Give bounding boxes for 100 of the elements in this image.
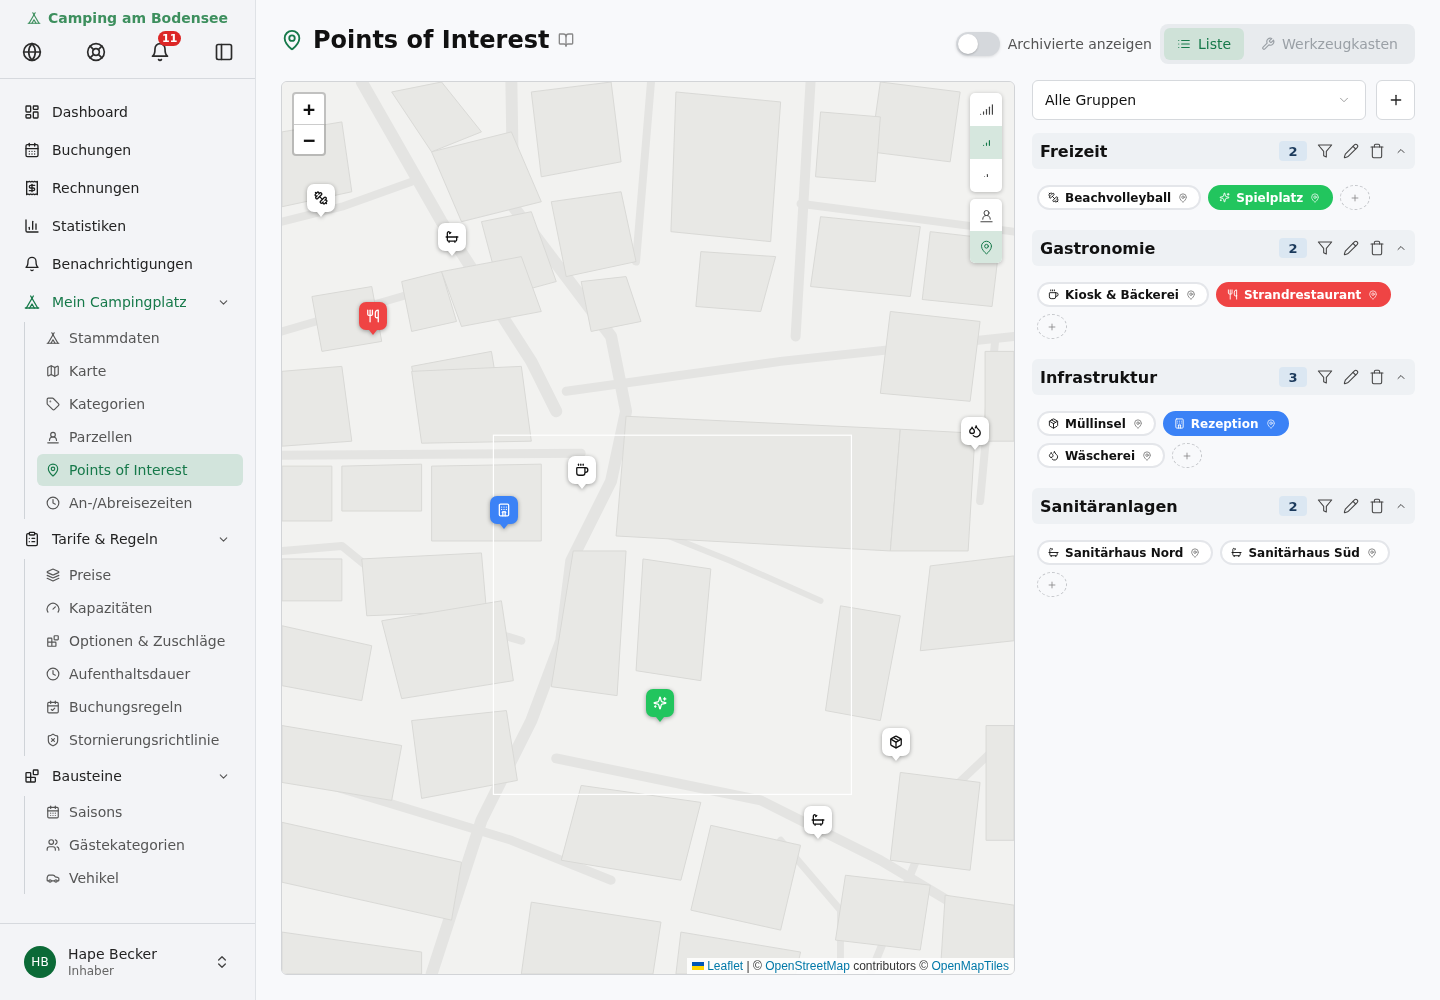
view-tab[interactable]: Liste: [1163, 28, 1245, 60]
tag-icon: [46, 397, 60, 411]
layer-button[interactable]: [970, 231, 1002, 263]
poi-chip[interactable]: Rezeption: [1162, 411, 1289, 436]
page-title: Points of Interest: [313, 26, 550, 54]
plus-icon: [1047, 321, 1057, 332]
dumbbell-icon: [1048, 192, 1059, 203]
nav-subitem[interactable]: Optionen & Zuschläge: [37, 625, 243, 657]
box-marker-icon[interactable]: [882, 728, 910, 762]
coffee-cup-icon: [1048, 289, 1059, 300]
calendar-icon: [24, 142, 40, 158]
shield-x-icon: [46, 733, 60, 747]
wrench-icon: [1261, 37, 1276, 51]
droplets-marker-icon[interactable]: [961, 417, 989, 451]
nav-subitem[interactable]: Preise: [37, 559, 243, 591]
trash-icon[interactable]: [1369, 143, 1385, 159]
zoom-in-button[interactable]: +: [294, 94, 324, 124]
book-icon[interactable]: [558, 32, 575, 48]
sparkles-marker-icon[interactable]: [646, 689, 674, 723]
pencil-icon[interactable]: [1343, 240, 1359, 256]
group-title: Infrastruktur: [1040, 367, 1158, 387]
filter-icon[interactable]: [1317, 498, 1333, 514]
nav-subitem[interactable]: Buchungsregeln: [37, 691, 243, 723]
droplets-icon: [1048, 450, 1059, 461]
pencil-icon[interactable]: [1343, 369, 1359, 385]
nav-subitem[interactable]: An-/Abreisezeiten: [37, 487, 243, 519]
nav-subitem[interactable]: Points of Interest: [37, 454, 243, 486]
group-title: Freizeit: [1040, 141, 1109, 161]
poi-chip[interactable]: Beachvolleyball: [1037, 185, 1202, 210]
bell-icon: [24, 256, 40, 272]
nav-item[interactable]: Tarife & Regeln: [12, 520, 243, 558]
blocks-icon: [46, 634, 60, 648]
add-group-button[interactable]: [1376, 80, 1415, 120]
person-icon: [46, 430, 60, 444]
map-view[interactable]: + − Leaflet | © OpenStreetMap contributors © OpenMapTiles: [281, 81, 1015, 975]
dumbbell-marker-icon[interactable]: [307, 184, 335, 218]
zoom-out-button[interactable]: −: [294, 124, 324, 154]
box-icon: [1048, 418, 1059, 429]
trash-icon[interactable]: [1369, 240, 1385, 256]
count-badge: 2: [1279, 238, 1307, 258]
tent-icon: [46, 331, 60, 345]
nav-subitem[interactable]: Parzellen: [37, 421, 243, 453]
attribution-link[interactable]: Leaflet: [707, 959, 744, 973]
toggle-switch[interactable]: [955, 32, 1000, 56]
bathtub-marker-icon[interactable]: [438, 223, 466, 257]
flag-icon: [692, 962, 705, 970]
user-avatar[interactable]: HB: [24, 946, 56, 978]
globe-icon[interactable]: [22, 42, 42, 62]
nav-item[interactable]: Mein Campingplatz: [12, 283, 243, 321]
nav-subitem[interactable]: Kategorien: [37, 388, 243, 420]
trash-icon[interactable]: [1369, 369, 1385, 385]
nav-subitem[interactable]: Kapazitäten: [37, 592, 243, 624]
nav-item[interactable]: Dashboard: [12, 93, 243, 131]
nav-subitem[interactable]: Stornierungsrichtlinie: [37, 724, 243, 756]
poi-chip[interactable]: Kiosk & Bäckerei: [1037, 282, 1209, 307]
bar-chart-icon: [24, 218, 40, 234]
building: [282, 558, 343, 602]
poi-chip[interactable]: Sanitärhaus Nord: [1037, 540, 1214, 565]
panel-left-icon[interactable]: [214, 42, 234, 62]
user-name: Hape Becker: [68, 945, 158, 963]
bathtub-marker-icon[interactable]: [804, 806, 832, 840]
building-marker-icon[interactable]: [490, 496, 518, 530]
count-badge: 2: [1279, 141, 1307, 161]
poi-chip[interactable]: Strandrestaurant: [1215, 282, 1392, 307]
attribution-link[interactable]: OpenMapTiles: [931, 959, 1009, 973]
nav-subitem[interactable]: Gästekategorien: [37, 829, 243, 861]
nav-item[interactable]: Rechnungen: [12, 169, 243, 207]
pencil-icon[interactable]: [1343, 143, 1359, 159]
car-icon: [46, 871, 60, 885]
bell-icon[interactable]: [150, 42, 170, 62]
nav-subitem[interactable]: Vehikel: [37, 862, 243, 894]
plus-icon: [1047, 579, 1057, 590]
nav-item[interactable]: Bausteine: [12, 757, 243, 795]
blocks-icon: [24, 768, 40, 784]
clock-icon: [46, 667, 60, 681]
coffee-cup-marker-icon[interactable]: [568, 456, 596, 490]
group-select[interactable]: Alle Gruppen: [1032, 80, 1366, 120]
users-icon: [46, 838, 60, 852]
lifebuoy-icon[interactable]: [86, 42, 106, 62]
nav-item[interactable]: Buchungen: [12, 131, 243, 169]
filter-icon[interactable]: [1317, 240, 1333, 256]
utensils-marker-icon[interactable]: [359, 302, 387, 336]
attribution-link[interactable]: OpenStreetMap: [765, 959, 850, 973]
clipboard-icon: [24, 531, 40, 547]
poi-chip[interactable]: Sanitärhaus Süd: [1220, 540, 1390, 565]
nav-subitem[interactable]: Saisons: [37, 796, 243, 828]
nav-subitem[interactable]: Aufenthaltsdauer: [37, 658, 243, 690]
map-pin-icon: [1366, 547, 1377, 558]
pencil-icon[interactable]: [1343, 498, 1359, 514]
poi-chip[interactable]: Wäscherei: [1037, 443, 1165, 468]
filter-icon[interactable]: [1317, 369, 1333, 385]
signal-bars-icon: [979, 104, 993, 115]
nav-item[interactable]: Statistiken: [12, 207, 243, 245]
nav-subitem[interactable]: Karte: [37, 355, 243, 387]
poi-chip[interactable]: Müllinsel: [1037, 411, 1156, 436]
nav-item[interactable]: Benachrichtigungen: [12, 245, 243, 283]
filter-icon[interactable]: [1317, 143, 1333, 159]
trash-icon[interactable]: [1369, 498, 1385, 514]
nav-subitem[interactable]: Stammdaten: [37, 322, 243, 354]
building: [282, 465, 333, 522]
